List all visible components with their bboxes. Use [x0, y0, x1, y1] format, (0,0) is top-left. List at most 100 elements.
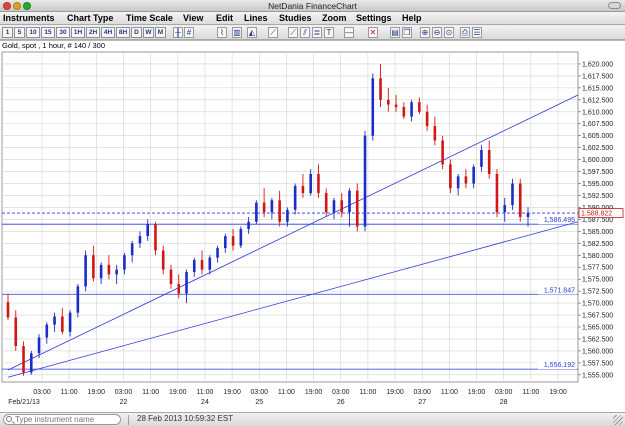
- menu-settings[interactable]: Settings: [356, 13, 392, 23]
- timescale-2h-button[interactable]: 2H: [86, 27, 100, 38]
- instrument-search-input[interactable]: [15, 415, 119, 424]
- timescale-4h-button[interactable]: 4H: [101, 27, 115, 38]
- y-tick-label: 1,580.000: [582, 253, 613, 260]
- toolbar-toggle-icon[interactable]: [608, 2, 621, 9]
- properties-icon[interactable]: ▤: [390, 27, 400, 38]
- chart-panel[interactable]: Gold, spot , 1 hour, # 140 / 300 1,555.00…: [0, 40, 625, 412]
- window-title: NetDania FinanceChart: [268, 1, 357, 11]
- candle-up: [270, 200, 274, 213]
- timescale-w-button[interactable]: W: [143, 27, 154, 38]
- x-date-label: Feb/21/13: [8, 399, 40, 406]
- delete-line-icon[interactable]: ✕: [368, 27, 378, 38]
- y-tick-label: 1,605.000: [582, 133, 613, 140]
- y-tick-label: 1,602.500: [582, 145, 613, 152]
- print-icon[interactable]: ⎙: [460, 27, 470, 38]
- candle-down: [324, 193, 328, 213]
- copy-icon[interactable]: ❐: [402, 27, 412, 38]
- plot-frame: [1, 51, 579, 383]
- timescale-30-button[interactable]: 30: [56, 27, 70, 38]
- x-date-label: 27: [418, 399, 426, 406]
- bar-chart-icon[interactable]: ╫: [173, 27, 183, 38]
- draw-line-icon[interactable]: ⟋: [268, 27, 278, 38]
- menu-time-scale[interactable]: Time Scale: [126, 13, 173, 23]
- candle-up: [348, 190, 351, 213]
- menu-edit[interactable]: Edit: [216, 13, 233, 23]
- candle-down: [177, 283, 181, 294]
- menu-view[interactable]: View: [183, 13, 203, 23]
- menu-chart-type[interactable]: Chart Type: [67, 13, 113, 23]
- horizontal-line-icon[interactable]: —: [344, 27, 354, 38]
- fibonacci-icon[interactable]: ≣: [312, 27, 322, 38]
- x-tick-label: 19:00: [468, 389, 486, 396]
- y-tick-label: 1,557.500: [582, 360, 613, 367]
- menu-studies[interactable]: Studies: [279, 13, 312, 23]
- x-tick-label: 19:00: [386, 389, 404, 396]
- menu-zoom[interactable]: Zoom: [322, 13, 347, 23]
- candle-up: [123, 255, 126, 270]
- candle-down: [495, 173, 499, 213]
- y-tick-label: 1,610.000: [582, 109, 613, 116]
- y-tick-label: 1,607.500: [582, 121, 613, 128]
- candle-up: [286, 209, 289, 222]
- candle-down: [92, 255, 95, 279]
- level-label: 1,571.847: [544, 287, 575, 294]
- candle-up: [185, 272, 188, 294]
- timescale-1h-button[interactable]: 1H: [71, 27, 85, 38]
- area-chart-icon[interactable]: ◭: [247, 27, 257, 38]
- menu-lines[interactable]: Lines: [244, 13, 268, 23]
- y-tick-label: 1,615.000: [582, 85, 613, 92]
- x-tick-label: 19:00: [223, 389, 241, 396]
- candle-down: [14, 317, 18, 347]
- line-chart-icon[interactable]: ⌇: [217, 27, 227, 38]
- status-divider: [128, 415, 129, 425]
- menu-help[interactable]: Help: [402, 13, 422, 23]
- zoom-fit-icon[interactable]: ⊙: [444, 27, 454, 38]
- timescale-1-button[interactable]: 1: [2, 27, 13, 38]
- zoom-in-icon[interactable]: ⊕: [420, 27, 430, 38]
- candle-up: [84, 255, 87, 287]
- candle-up: [224, 236, 227, 249]
- candle-down: [107, 264, 111, 275]
- candle-up: [293, 185, 297, 210]
- timescale-5-button[interactable]: 5: [14, 27, 25, 38]
- x-tick-label: 03:00: [250, 389, 268, 396]
- channel-icon[interactable]: ⫽: [300, 27, 310, 38]
- price-chart[interactable]: Gold, spot , 1 hour, # 140 / 300 1,555.00…: [0, 41, 625, 413]
- x-tick-label: 11:00: [196, 389, 213, 396]
- settings-icon[interactable]: ☰: [472, 27, 482, 38]
- y-tick-label: 1,600.000: [582, 157, 613, 164]
- x-tick-label: 19:00: [169, 389, 187, 396]
- candle-down: [394, 104, 398, 107]
- x-tick-label: 03:00: [413, 389, 431, 396]
- resize-grip-icon[interactable]: [613, 415, 623, 425]
- y-tick-label: 1,592.500: [582, 193, 613, 200]
- y-tick-label: 1,597.500: [582, 169, 613, 176]
- candle-up: [146, 224, 150, 237]
- timescale-8h-button[interactable]: 8H: [116, 27, 130, 38]
- candle-down: [61, 316, 64, 332]
- grid-icon[interactable]: #: [184, 27, 194, 38]
- x-tick-label: 11:00: [61, 389, 78, 396]
- zoom-out-icon[interactable]: ⊖: [432, 27, 442, 38]
- menu-instruments[interactable]: Instruments: [3, 13, 55, 23]
- candle-down: [262, 202, 266, 213]
- candle-up: [68, 312, 72, 332]
- chart-header-label: Gold, spot , 1 hour, # 140 / 300: [2, 41, 105, 50]
- x-tick-label: 19:00: [305, 389, 323, 396]
- timescale-10-button[interactable]: 10: [26, 27, 40, 38]
- trend-line-icon[interactable]: ⟋: [288, 27, 298, 38]
- timescale-15-button[interactable]: 15: [41, 27, 55, 38]
- instrument-search-box[interactable]: [3, 414, 121, 425]
- candle-up: [332, 200, 336, 213]
- search-icon: [6, 416, 12, 422]
- text-tool-icon[interactable]: T: [324, 27, 334, 38]
- timescale-d-button[interactable]: D: [131, 27, 142, 38]
- candle-down: [161, 250, 165, 270]
- timescale-m-button[interactable]: M: [155, 27, 166, 38]
- x-date-label: 25: [255, 399, 263, 406]
- candle-down: [22, 346, 25, 373]
- candle-up: [37, 337, 41, 354]
- candle-down: [154, 224, 157, 251]
- y-tick-label: 1,595.000: [582, 181, 613, 188]
- candles-icon[interactable]: ▥: [232, 27, 242, 38]
